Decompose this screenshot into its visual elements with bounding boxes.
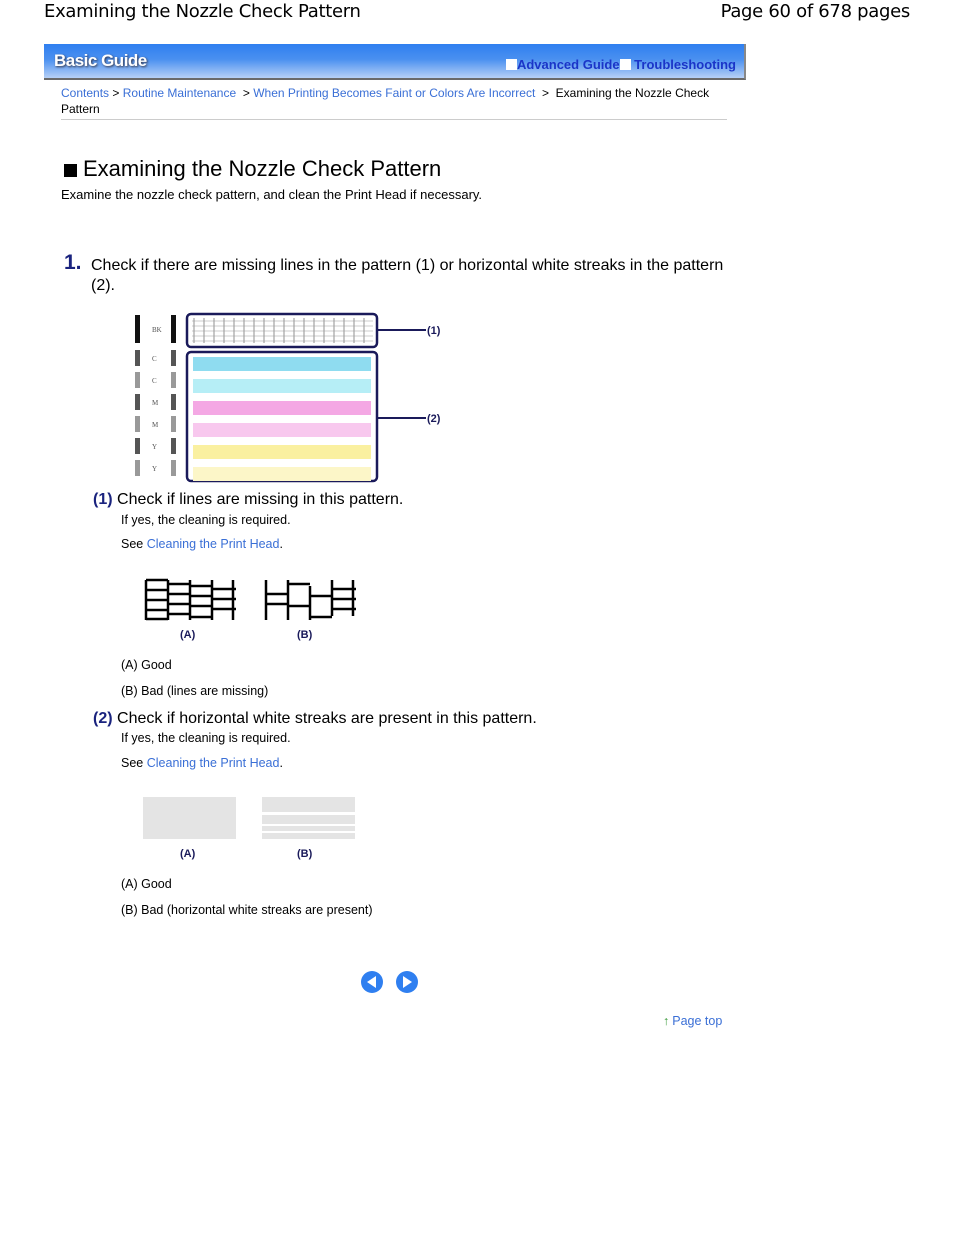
basic-guide-logo[interactable]: Basic Guide xyxy=(54,51,147,71)
pattern1-frame xyxy=(185,312,379,349)
ink-row-label: M xyxy=(152,421,159,429)
previous-page-button[interactable] xyxy=(361,971,383,993)
ink-row-label: C xyxy=(152,377,157,385)
ink-bar xyxy=(135,460,140,476)
ink-bar xyxy=(171,394,176,410)
grid-good-example xyxy=(144,578,236,621)
troubleshooting-link[interactable]: Troubleshooting xyxy=(634,57,736,72)
substep2-text: Check if horizontal white streaks are pr… xyxy=(117,710,537,727)
previous-page-icon xyxy=(367,976,376,988)
substep2-result-a: (A) Good xyxy=(121,877,172,891)
cleaning-print-head-link[interactable]: Cleaning the Print Head xyxy=(147,756,280,770)
color-band xyxy=(193,445,371,459)
period: . xyxy=(279,537,283,551)
page-title: Examining the Nozzle Check Pattern xyxy=(64,156,441,182)
color-band xyxy=(193,467,371,481)
see-text: See xyxy=(121,756,144,770)
breadcrumb-faint-colors[interactable]: When Printing Becomes Faint or Colors Ar… xyxy=(253,86,535,100)
ink-row-label: Y xyxy=(152,465,157,473)
ink-bar xyxy=(135,372,140,388)
callout1-label: (1) xyxy=(427,325,441,337)
substep2-number: (2) xyxy=(93,710,113,727)
document-title: Examining the Nozzle Check Pattern xyxy=(44,1,361,22)
ink-bar xyxy=(135,438,140,454)
ink-bar xyxy=(171,438,176,454)
ink-bar xyxy=(171,315,176,343)
substep2-result-b: (B) Bad (horizontal white streaks are pr… xyxy=(121,903,373,917)
next-page-icon xyxy=(403,976,412,988)
lines-example-diagram: (A) (B) xyxy=(144,578,356,641)
cleaning-print-head-link[interactable]: Cleaning the Print Head xyxy=(147,537,280,551)
callout2-label: (2) xyxy=(427,413,441,425)
ink-bar xyxy=(171,350,176,366)
streak-good-example xyxy=(143,797,236,839)
page-indicator: Page 60 of 678 pages xyxy=(720,1,911,22)
substep1-note: If yes, the cleaning is required. xyxy=(121,513,291,527)
page-top-text: Page top xyxy=(672,1014,723,1028)
up-arrow-icon: ↑ xyxy=(663,1014,670,1028)
period: . xyxy=(279,756,283,770)
ink-bar xyxy=(135,350,140,366)
ink-bar xyxy=(135,416,140,432)
example-label-a: (A) xyxy=(180,848,196,860)
step-number: 1. xyxy=(64,251,82,274)
see-text: See xyxy=(121,537,144,551)
ink-indicator-bars: BK C C M M Y Y xyxy=(135,315,176,476)
example-label-b: (B) xyxy=(297,848,313,860)
color-band xyxy=(193,423,371,437)
substep2-note: If yes, the cleaning is required. xyxy=(121,731,291,745)
color-band xyxy=(193,401,371,415)
page-title-text: Examining the Nozzle Check Pattern xyxy=(83,156,442,181)
example-label-a: (A) xyxy=(180,629,196,641)
advanced-guide-link[interactable]: Advanced Guide xyxy=(517,57,620,72)
substep1-result-b: (B) Bad (lines are missing) xyxy=(121,684,269,698)
grid-bad-example xyxy=(264,580,356,620)
color-band xyxy=(193,357,371,371)
breadcrumb-contents[interactable]: Contents xyxy=(61,86,109,100)
substep1-heading: (1) Check if lines are missing in this p… xyxy=(93,491,403,509)
substep2-see: See Cleaning the Print Head. xyxy=(121,756,283,770)
pattern2-frame xyxy=(185,350,379,483)
ink-row-label: C xyxy=(152,355,157,363)
step-text: Check if there are missing lines in the … xyxy=(91,257,724,294)
ink-row-label: BK xyxy=(152,326,162,334)
ink-bar xyxy=(135,394,140,410)
next-page-button[interactable] xyxy=(396,971,418,993)
streaks-example-diagram: (A) (B) xyxy=(143,797,355,860)
color-band xyxy=(193,379,371,393)
ink-bar xyxy=(171,460,176,476)
ink-bar xyxy=(171,372,176,388)
breadcrumb-routine-maintenance[interactable]: Routine Maintenance xyxy=(123,86,236,100)
nozzle-check-diagram: BK C C M M Y Y (1) (2) xyxy=(135,312,441,483)
guide-banner: Basic Guide Advanced Guide Troubleshooti… xyxy=(44,44,746,80)
square-bullet-icon xyxy=(64,164,77,177)
substep1-text: Check if lines are missing in this patte… xyxy=(117,491,404,508)
ink-row-label: Y xyxy=(152,443,157,451)
divider xyxy=(61,119,727,120)
substep2-heading: (2) Check if horizontal white streaks ar… xyxy=(93,710,537,728)
square-bullet-icon xyxy=(505,59,517,70)
breadcrumb-separator: > xyxy=(112,86,120,100)
ink-bar xyxy=(171,416,176,432)
intro-text: Examine the nozzle check pattern, and cl… xyxy=(61,187,483,202)
breadcrumb-separator: > xyxy=(541,86,549,100)
breadcrumb-separator: > xyxy=(242,86,250,100)
streak-bad-example xyxy=(262,797,355,839)
ink-bar xyxy=(135,315,140,343)
substep1-see: See Cleaning the Print Head. xyxy=(121,537,283,551)
square-bullet-icon xyxy=(619,59,631,70)
example-label-b: (B) xyxy=(297,629,313,641)
page-top-link[interactable]: ↑ Page top xyxy=(663,1014,722,1028)
ink-row-label: M xyxy=(152,399,159,407)
breadcrumb: Contents > Routine Maintenance > When Pr… xyxy=(61,85,731,117)
substep1-number: (1) xyxy=(93,491,113,508)
substep1-result-a: (A) Good xyxy=(121,658,172,672)
guide-links: Advanced Guide Troubleshooting xyxy=(505,57,736,72)
